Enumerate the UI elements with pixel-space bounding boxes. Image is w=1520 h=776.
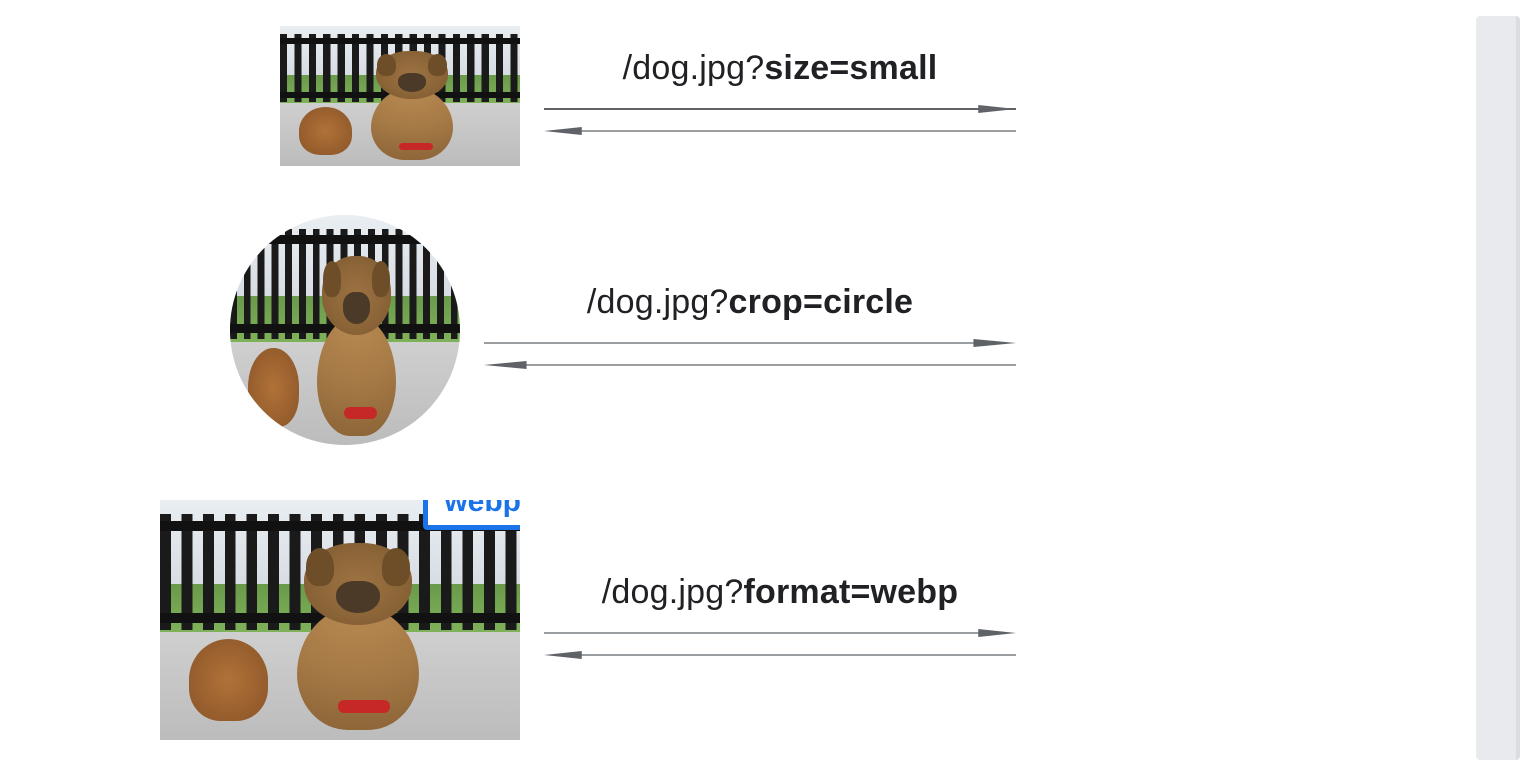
row-crop-circle: /dog.jpg?crop=circle xyxy=(0,210,1040,450)
arrows-small xyxy=(544,102,1016,144)
url-base: /dog.jpg? xyxy=(587,283,729,321)
webp-badge: webp xyxy=(423,500,520,530)
arrow-from-cdn-icon xyxy=(544,124,1016,138)
url-base: /dog.jpg? xyxy=(623,49,765,87)
dog-illustration-icon xyxy=(280,26,520,166)
url-param: format=webp xyxy=(743,573,958,611)
cdn-bar-icon xyxy=(1476,16,1520,760)
request-col-small: /dog.jpg?size=small xyxy=(544,49,1016,144)
dog-illustration-icon xyxy=(160,500,520,740)
row-size-small: /dog.jpg?size=small xyxy=(0,16,1040,176)
arrows-circle xyxy=(484,336,1016,378)
request-col-webp: /dog.jpg?format=webp xyxy=(544,573,1016,668)
arrow-from-cdn-icon xyxy=(544,648,1016,662)
url-circle: /dog.jpg?crop=circle xyxy=(484,283,1016,322)
request-col-circle: /dog.jpg?crop=circle xyxy=(484,283,1016,378)
url-small: /dog.jpg?size=small xyxy=(544,49,1016,88)
arrow-to-cdn-icon xyxy=(544,102,1016,116)
url-param: size=small xyxy=(764,49,937,87)
url-webp: /dog.jpg?format=webp xyxy=(544,573,1016,612)
image-cdn-block: Image CDN xyxy=(1476,16,1520,760)
arrows-webp xyxy=(544,626,1016,668)
arrow-to-cdn-icon xyxy=(544,626,1016,640)
row-format-webp: webp /dog.jpg?format=webp xyxy=(0,480,1040,760)
dog-image-circle xyxy=(230,215,460,445)
dog-image-small xyxy=(280,26,520,166)
dog-image-webp: webp xyxy=(160,500,520,740)
dog-illustration-icon xyxy=(230,215,460,445)
arrow-from-cdn-icon xyxy=(484,358,1016,372)
url-base: /dog.jpg? xyxy=(602,573,744,611)
arrow-to-cdn-icon xyxy=(484,336,1016,350)
url-param: crop=circle xyxy=(729,283,914,321)
